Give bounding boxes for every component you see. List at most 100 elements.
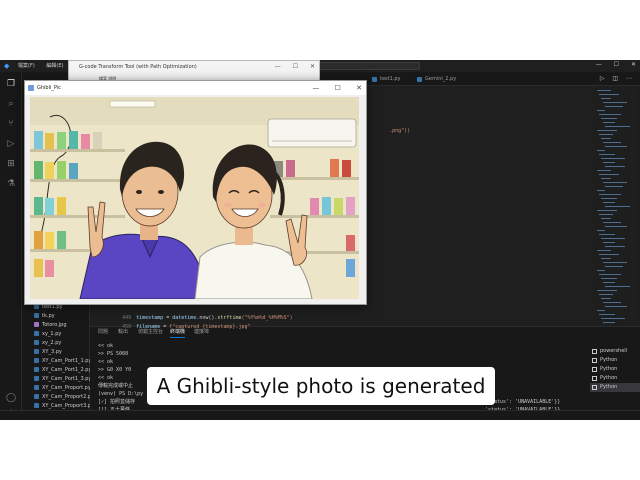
tab-gemini2[interactable]: Gemini_2.py <box>415 72 456 86</box>
minimap-line <box>605 266 623 267</box>
minimap-line <box>605 166 625 167</box>
file-item[interactable]: XY_Cam_Port1_2.py <box>34 366 91 374</box>
menu-file[interactable]: 檔案(F) <box>18 63 35 69</box>
minimap-line <box>601 318 625 319</box>
minimap-line <box>601 278 617 279</box>
tab-output[interactable]: 輸出 <box>118 327 128 337</box>
minimap-line <box>605 146 627 147</box>
minimap-line <box>597 150 605 151</box>
close-icon[interactable]: ✕ <box>310 63 315 70</box>
vscode-menu-bar: 檔案(F) 編輯(E) <box>18 62 73 70</box>
close-icon[interactable]: ✕ <box>631 61 636 68</box>
tab-terminal[interactable]: 終端機 <box>170 327 186 338</box>
terminal-line: >> PS 5060 <box>98 351 129 357</box>
file-item[interactable]: XY_Cam_Proport.py <box>34 384 91 392</box>
file-item[interactable]: tk.py <box>34 312 55 320</box>
maximize-icon[interactable]: ☐ <box>293 63 298 70</box>
file-item[interactable]: Totoro.jpg <box>34 321 67 329</box>
minimap-line <box>601 218 611 219</box>
image-file-icon <box>34 322 39 327</box>
app-icon <box>28 85 34 91</box>
minimap-line <box>597 110 605 111</box>
minimap-line <box>601 158 625 159</box>
minimap-line <box>599 274 621 275</box>
minimap-line <box>603 262 627 263</box>
minimap-line <box>597 190 605 191</box>
vscode-window-controls: — ☐ ✕ <box>586 61 636 68</box>
run-icon[interactable]: ▷ <box>600 75 605 82</box>
minimap-line <box>605 246 625 247</box>
file-item[interactable]: XY_Cam_Port1_3.py <box>34 375 91 383</box>
run-debug-icon[interactable]: ▷ <box>5 138 17 150</box>
minimap-line <box>605 186 623 187</box>
terminal-instance[interactable]: Python <box>590 374 640 383</box>
terminal-instance[interactable]: Python <box>590 356 640 365</box>
python-file-icon <box>34 385 39 390</box>
minimap[interactable] <box>597 86 631 327</box>
minimap-line <box>603 282 615 283</box>
terminal-instance-list: powershell Python Python Python Python <box>590 347 640 392</box>
window-title: Ghibli_Pic <box>37 85 61 91</box>
code-line: 450 filename = f"captured_{timestamp}.jpg… <box>122 324 251 330</box>
python-file-icon <box>34 349 39 354</box>
tab-test1[interactable]: test1.py <box>370 72 401 86</box>
terminal-line: [✓] 拍照並儲存 <box>98 399 136 405</box>
more-actions-icon[interactable]: ⋯ <box>626 75 632 82</box>
file-item[interactable]: XY_Cam_Proport3.py <box>34 402 94 410</box>
minimap-line <box>605 106 623 107</box>
maximize-icon[interactable]: ☐ <box>335 84 341 92</box>
minimap-line <box>601 98 611 99</box>
minimap-line <box>597 230 605 231</box>
tab-ports[interactable]: 連接埠 <box>194 327 209 337</box>
minimize-icon[interactable]: — <box>596 61 602 68</box>
window-title-bar[interactable]: Ghibli_Pic — ☐ ✕ <box>25 81 366 95</box>
file-item[interactable]: XY_3.py <box>34 348 62 356</box>
minimize-icon[interactable]: — <box>312 84 319 92</box>
terminal-line: 'status': 'UNAVAILABLE'}} <box>485 399 561 405</box>
tab-debug-console[interactable]: 偵錯主控台 <box>138 327 163 337</box>
minimap-line <box>603 322 615 323</box>
file-item[interactable]: xy_1.py <box>34 330 61 338</box>
menu-edit[interactable]: 編輯(E) <box>46 63 63 69</box>
account-icon[interactable]: ◯ <box>5 392 17 404</box>
minimap-line <box>599 194 621 195</box>
python-file-icon <box>34 313 39 318</box>
minimap-line <box>603 242 615 243</box>
source-control-icon[interactable]: ⑂ <box>5 118 17 130</box>
minimap-line <box>603 162 615 163</box>
maximize-icon[interactable]: ☐ <box>614 61 619 68</box>
video-caption: A Ghibli-style photo is generated <box>147 367 495 405</box>
minimap-line <box>601 138 611 139</box>
minimap-line <box>599 174 619 175</box>
split-editor-icon[interactable]: ◫ <box>612 75 618 82</box>
file-item[interactable]: XY_Cam_Proport2.py <box>34 393 94 401</box>
close-icon[interactable]: ✕ <box>356 84 362 92</box>
python-file-icon <box>34 340 39 345</box>
ghibli-style-photo <box>30 97 359 299</box>
minimap-line <box>599 94 619 95</box>
terminal-instance[interactable]: Python <box>590 365 640 374</box>
python-file-icon <box>34 394 39 399</box>
ghibli-pic-window[interactable]: Ghibli_Pic — ☐ ✕ <box>24 80 367 305</box>
vscode-logo-icon: ◆ <box>4 62 10 70</box>
minimap-line <box>605 226 627 227</box>
testing-icon[interactable]: ⚗ <box>5 178 17 190</box>
minimap-line <box>605 306 627 307</box>
minimap-line <box>601 198 617 199</box>
search-icon[interactable]: ⌕ <box>5 98 17 110</box>
minimap-line <box>601 298 611 299</box>
activity-bar: ❐ ⌕ ⑂ ▷ ⊞ ⚗ ◯ ⚙ <box>0 72 22 420</box>
terminal-icon <box>592 376 597 381</box>
extensions-icon[interactable]: ⊞ <box>5 158 17 170</box>
terminal-line: 傳輸完成或中止 <box>98 383 134 389</box>
minimap-line <box>599 214 613 215</box>
desktop-screen: ◆ 檔案(F) 編輯(E) ython — ☐ ✕ ❐ ⌕ ⑂ ▷ ⊞ ⚗ ◯ … <box>0 60 640 420</box>
minimap-line <box>603 102 627 103</box>
terminal-instance[interactable]: powershell <box>590 347 640 356</box>
explorer-icon[interactable]: ❐ <box>5 78 17 90</box>
tab-problems[interactable]: 問題 <box>98 327 108 337</box>
file-item[interactable]: XY_Cam_Port1_1.py <box>34 357 91 365</box>
file-item[interactable]: xy_2.py <box>34 339 61 347</box>
terminal-instance[interactable]: Python <box>590 383 640 392</box>
minimize-icon[interactable]: — <box>275 63 281 70</box>
